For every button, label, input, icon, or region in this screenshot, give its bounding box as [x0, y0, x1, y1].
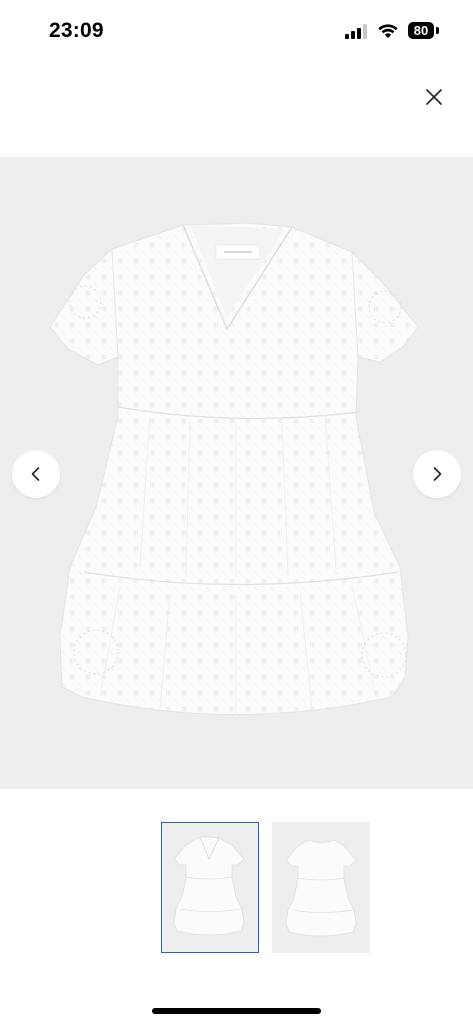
status-bar: 23:09 80: [0, 0, 473, 64]
thumbnail-1[interactable]: [161, 822, 259, 953]
chevron-right-icon: [433, 467, 442, 481]
thumbnail-2[interactable]: [272, 822, 370, 953]
wifi-icon: [378, 24, 398, 38]
dress-illustration: [49, 222, 419, 715]
chevron-left-icon: [31, 467, 40, 481]
signal-icon: [345, 24, 367, 39]
home-indicator[interactable]: [152, 1008, 321, 1014]
next-image-button[interactable]: [413, 450, 461, 498]
previous-image-button[interactable]: [12, 450, 60, 498]
product-image[interactable]: [0, 157, 473, 789]
close-icon: [426, 89, 442, 105]
close-button[interactable]: [420, 83, 448, 111]
dress-thumbnail-image: [173, 836, 245, 936]
battery-level: 80: [413, 23, 429, 38]
battery-icon: 80: [408, 22, 434, 39]
dress-back-thumbnail-image: [285, 839, 357, 937]
status-time: 23:09: [49, 19, 104, 42]
battery-cap: [436, 27, 439, 34]
